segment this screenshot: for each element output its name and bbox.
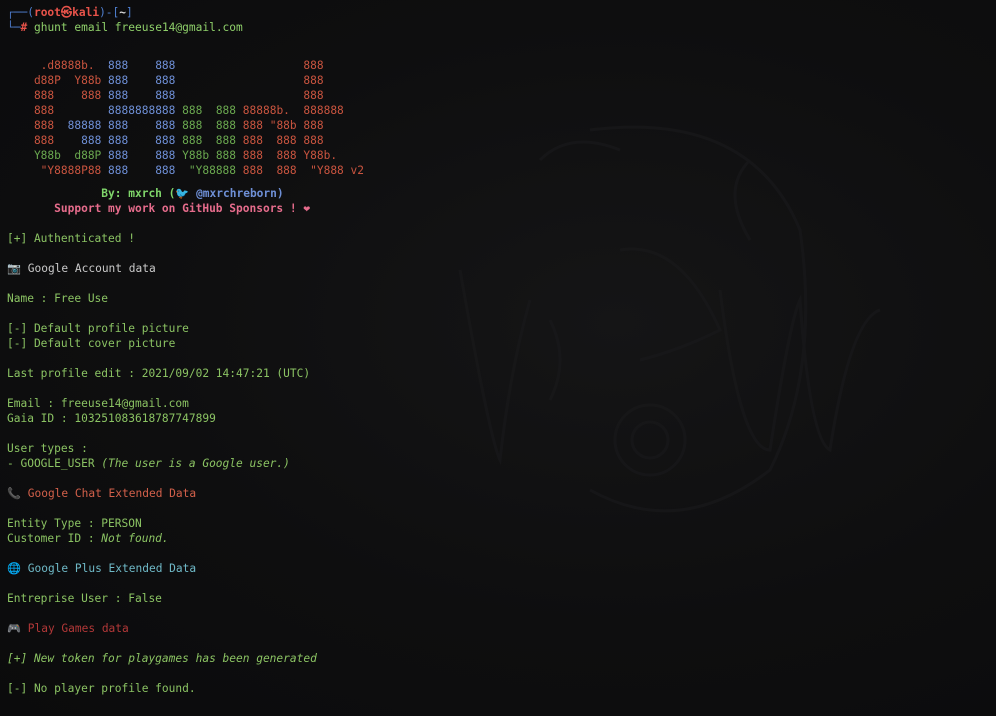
ascii-banner-segment: 88888 xyxy=(67,119,109,132)
user-type-note: (The user is a Google user.) xyxy=(101,457,290,470)
ascii-banner-segment: 88888b. 888888 xyxy=(242,104,344,117)
ascii-banner-segment: 888 xyxy=(303,74,324,87)
ascii-banner-segment: 888 888 888 xyxy=(81,134,176,147)
customer-id-value: Not found. xyxy=(101,532,169,545)
ascii-banner-row: Y88b d88P 888 888 Y88b 888 888 888 Y88b. xyxy=(7,148,337,163)
prompt-line-1: ┌──(root㉿kali)-[~] xyxy=(7,5,133,20)
ascii-banner-segment: 888 xyxy=(303,59,324,72)
terminal-window[interactable]: ┌──(root㉿kali)-[~] └─# ghunt email freeu… xyxy=(0,0,996,716)
account-section-header: 📷 Google Account data xyxy=(7,261,156,276)
ascii-banner-segment: 888 xyxy=(7,104,109,117)
ascii-banner-row: "Y8888P88 888 888 "Y88888 888 888 "Y888 … xyxy=(7,163,364,178)
ascii-banner-segment: 888 888 xyxy=(108,149,176,162)
ascii-banner-row: 888 888 888 888 888 xyxy=(7,88,324,103)
ascii-banner-segment: 888 888 xyxy=(108,119,176,132)
ascii-banner-segment: 888 888 Y88b. xyxy=(242,149,338,162)
globe-icon: 🌐 xyxy=(7,562,21,575)
default-profile-line: [-] Default profile picture xyxy=(7,322,189,335)
email-line: Email : freeuse14@gmail.com xyxy=(7,397,189,410)
ascii-banner-segment: .d8888b. xyxy=(7,59,109,72)
ascii-banner-segment: 888 888 xyxy=(175,134,243,147)
camera-icon: 📷 xyxy=(7,262,21,275)
chat-section-header: 📞 Google Chat Extended Data xyxy=(7,486,196,501)
ascii-banner-row: 888 8888888888 888 888 88888b. 888888 xyxy=(7,103,344,118)
ascii-banner-segment: Y88b 888 xyxy=(175,149,243,162)
prompt-frame-mid: )-[ xyxy=(99,6,120,19)
ascii-banner-row: .d8888b. 888 888 888 xyxy=(7,58,324,73)
ascii-banner-segment xyxy=(175,59,303,72)
prompt-frame-end: ] xyxy=(126,6,133,19)
account-header-text: Google Account data xyxy=(21,262,156,275)
user-types-label: User types : xyxy=(7,442,88,455)
ascii-banner-segment: 888 888 888 xyxy=(242,134,324,147)
ascii-banner-segment: "Y88888 xyxy=(175,164,243,177)
sponsor-line: Support my work on GitHub Sponsors ! ❤ xyxy=(7,201,310,216)
heart-icon: ❤ xyxy=(303,202,311,215)
bird-icon: 🐦 xyxy=(175,187,190,200)
author-handle: @mxrchreborn) xyxy=(189,187,284,200)
ascii-banner-segment: 888 xyxy=(7,119,68,132)
ascii-banner-segment: d88P Y88b xyxy=(7,74,109,87)
default-cover-line: [-] Default cover picture xyxy=(7,337,176,350)
ascii-banner-segment: 888 "88b 888 xyxy=(242,119,324,132)
ascii-banner-segment: 888 888 xyxy=(108,164,176,177)
ascii-banner-segment: 888 888 xyxy=(175,119,243,132)
chat-header-text: Google Chat Extended Data xyxy=(21,487,197,500)
enterprise-user-line: Entreprise User : False xyxy=(7,592,162,605)
ascii-banner-segment xyxy=(175,89,303,102)
ascii-banner-segment: 888 888 xyxy=(108,59,176,72)
prompt-host: kali xyxy=(72,6,100,19)
ascii-banner-segment: 888 888 xyxy=(108,74,176,87)
sponsor-text: Support my work on GitHub Sponsors ! xyxy=(54,202,304,215)
entity-type-line: Entity Type : PERSON xyxy=(7,517,142,530)
prompt-at-icon: ㉿ xyxy=(60,6,73,19)
gamepad-icon: 🎮 xyxy=(7,622,21,635)
author-line: By: mxrch (🐦 @mxrchreborn) xyxy=(7,186,284,201)
name-line: Name : Free Use xyxy=(7,292,109,305)
ascii-banner-segment: 888 888 xyxy=(175,104,243,117)
ascii-banner-segment xyxy=(175,74,303,87)
user-type-item: - GOOGLE_USER (The user is a Google user… xyxy=(7,456,290,471)
prompt-user: root xyxy=(33,6,61,19)
prompt-line-2[interactable]: └─# ghunt email freeuse14@gmail.com xyxy=(7,20,243,35)
games-header-text: Play Games data xyxy=(21,622,129,635)
ascii-banner-segment: 888 xyxy=(303,89,324,102)
plus-header-text: Google Plus Extended Data xyxy=(21,562,197,575)
prompt-frame: ┌──( xyxy=(7,6,34,19)
ascii-banner-segment: "Y8888P88 xyxy=(7,164,109,177)
authenticated-text: [+] Authenticated ! xyxy=(7,232,135,245)
ascii-banner-segment: 888 888 "Y888 v2 xyxy=(242,164,365,177)
ascii-banner-row: 888 88888 888 888 888 888 888 "88b 888 xyxy=(7,118,324,133)
gaia-id-line: Gaia ID : 103251083618787747899 xyxy=(7,412,216,425)
prompt-frame-bottom: └─ xyxy=(7,21,21,34)
ascii-banner-row: d88P Y88b 888 888 888 xyxy=(7,73,324,88)
ascii-banner-segment: 8888888888 xyxy=(108,104,176,117)
plus-section-header: 🌐 Google Plus Extended Data xyxy=(7,561,196,576)
customer-id-line: Customer ID : Not found. xyxy=(7,531,169,546)
command-text[interactable]: ghunt email freeuse14@gmail.com xyxy=(27,21,243,34)
ascii-banner-segment: 888 888 xyxy=(108,89,176,102)
wallpaper-watermark xyxy=(458,125,881,513)
ascii-banner-segment: 888 888 xyxy=(7,89,109,102)
customer-id-label: Customer ID : xyxy=(7,532,102,545)
no-player-line: [-] No player profile found. xyxy=(7,682,196,695)
ascii-banner-segment: Y88b d88P xyxy=(7,149,109,162)
games-section-header: 🎮 Play Games data xyxy=(7,621,129,636)
author-label: By: mxrch ( xyxy=(101,187,176,200)
phone-icon: 📞 xyxy=(7,487,21,500)
ascii-banner-segment: 888 xyxy=(7,134,82,147)
ascii-banner-row: 888 888 888 888 888 888 888 888 888 xyxy=(7,133,324,148)
last-edit-line: Last profile edit : 2021/09/02 14:47:21 … xyxy=(7,367,311,380)
new-token-line: [+] New token for playgames has been gen… xyxy=(7,652,317,665)
user-type-value: - GOOGLE_USER xyxy=(7,457,102,470)
